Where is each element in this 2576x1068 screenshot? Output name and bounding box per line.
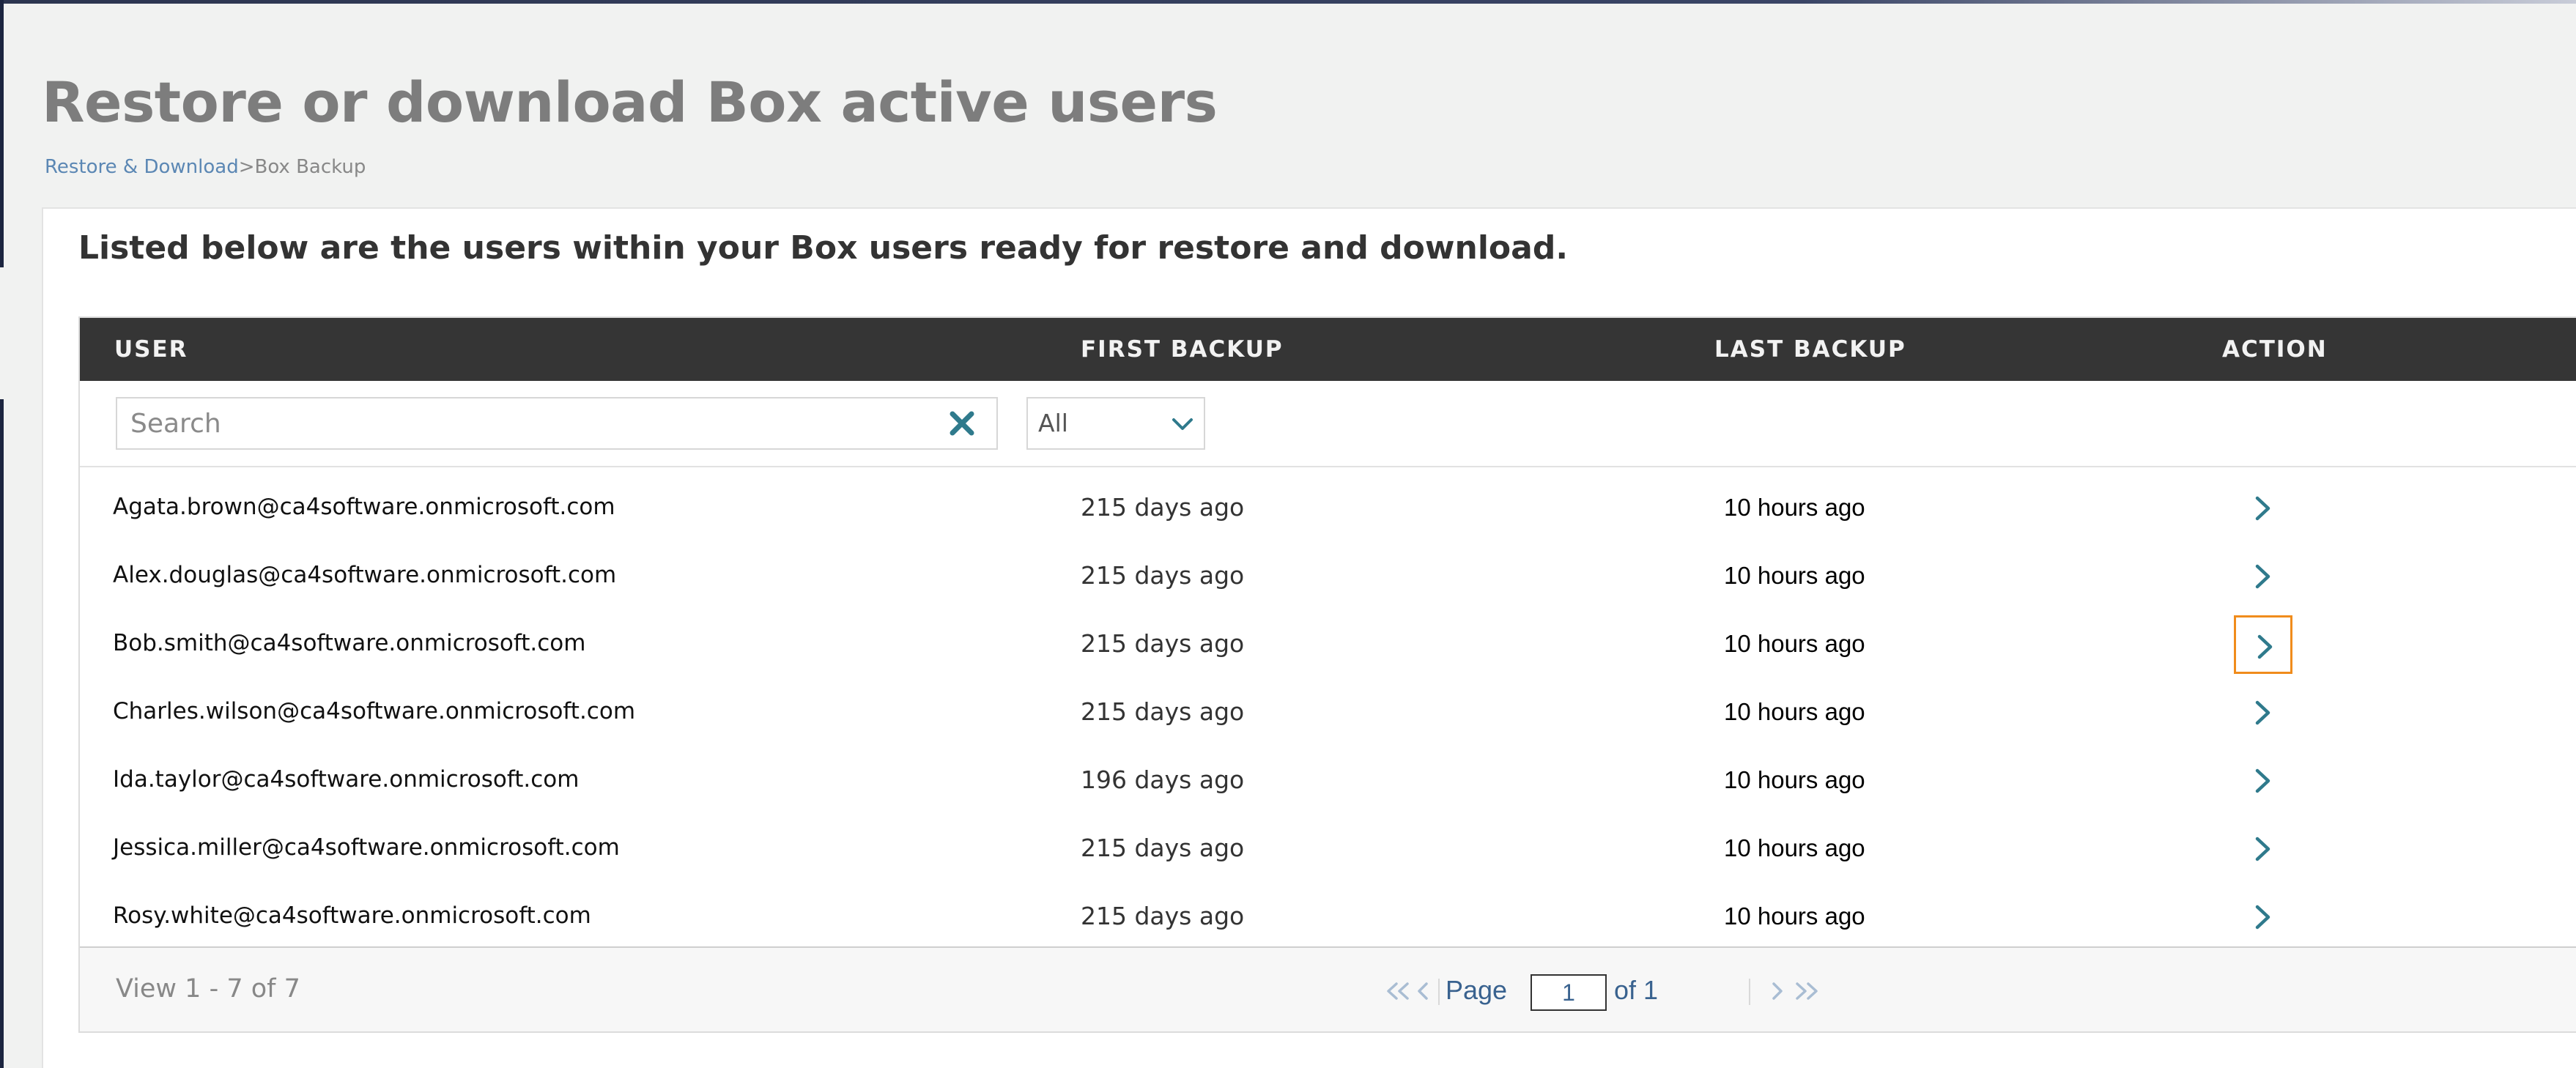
users-table: USER FIRST BACKUP LAST BACKUP ACTION All… [78, 316, 2576, 1033]
chevron-right-icon [2255, 768, 2270, 793]
first-backup-value: 196 days ago [1081, 765, 1245, 794]
close-x-icon[interactable] [949, 410, 975, 437]
double-chevron-right-icon[interactable] [1793, 982, 1821, 1001]
user-email: Ida.taylor@ca4software.onmicrosoft.com [113, 766, 580, 793]
row-action-button[interactable] [2234, 820, 2292, 878]
column-header-first-backup[interactable]: FIRST BACKUP [1081, 318, 1284, 381]
user-email: Alex.douglas@ca4software.onmicrosoft.com [113, 562, 617, 588]
column-header-last-backup[interactable]: LAST BACKUP [1714, 318, 1906, 381]
row-action-button[interactable] [2234, 547, 2292, 606]
page-label: Page [1446, 975, 1508, 1005]
first-backup-value: 215 days ago [1081, 493, 1245, 522]
last-backup-value: 10 hours ago [1724, 630, 1865, 657]
table-row: Charles.wilson@ca4software.onmicrosoft.c… [80, 678, 2576, 746]
filter-row: All [80, 381, 2576, 467]
last-backup-value: 10 hours ago [1724, 834, 1865, 861]
table-row: Bob.smith@ca4software.onmicrosoft.com 21… [80, 609, 2576, 678]
user-email: Jessica.miller@ca4software.onmicrosoft.c… [113, 834, 620, 861]
column-header-action: ACTION [2222, 336, 2328, 363]
first-backup-value: 215 days ago [1081, 629, 1245, 658]
chevron-right-icon [2255, 837, 2270, 861]
last-backup-value: 10 hours ago [1724, 562, 1865, 589]
first-backup-value: 215 days ago [1081, 834, 1245, 862]
table-row: Rosy.white@ca4software.onmicrosoft.com 2… [80, 882, 2576, 950]
chevron-left-icon[interactable] [1415, 982, 1431, 1001]
chevron-right-icon [2255, 905, 2270, 930]
pager: Page of 1 [1384, 968, 1824, 1012]
window-left-edge [0, 0, 4, 267]
row-action-button[interactable] [2234, 752, 2292, 810]
breadcrumb-link-restore-download[interactable]: Restore & Download [45, 156, 239, 178]
chevron-right-icon [2255, 564, 2270, 589]
chevron-right-icon[interactable] [1769, 982, 1785, 1001]
search-box [116, 397, 998, 450]
user-email: Agata.brown@ca4software.onmicrosoft.com [113, 494, 615, 520]
view-info: View 1 - 7 of 7 [116, 974, 300, 1004]
last-backup-value: 10 hours ago [1724, 766, 1865, 793]
pager-separator [1749, 979, 1750, 1005]
pager-bar: View 1 - 7 of 7 Page of 1 [80, 946, 2576, 1031]
window-left-edge-lower [0, 399, 4, 1068]
page-title: Restore or download Box active users [42, 70, 1218, 135]
table-row: Jessica.miller@ca4software.onmicrosoft.c… [80, 814, 2576, 882]
select-value: All [1038, 409, 1068, 437]
user-email: Rosy.white@ca4software.onmicrosoft.com [113, 902, 591, 929]
chevron-right-icon [2255, 700, 2270, 725]
row-action-button[interactable] [2234, 683, 2292, 742]
search-input[interactable] [130, 398, 922, 448]
user-email: Bob.smith@ca4software.onmicrosoft.com [113, 630, 586, 656]
breadcrumb-current: >Box Backup [238, 156, 366, 178]
window-top-edge [0, 0, 2576, 4]
intro-text: Listed below are the users within your B… [78, 229, 1569, 267]
page-count-label: of 1 [1614, 975, 1659, 1005]
user-email: Charles.wilson@ca4software.onmicrosoft.c… [113, 698, 636, 724]
chevron-right-icon [2255, 496, 2270, 521]
row-action-button[interactable] [2234, 479, 2292, 538]
row-action-button[interactable] [2234, 888, 2292, 946]
page-number-input[interactable] [1531, 974, 1607, 1011]
last-backup-value: 10 hours ago [1724, 902, 1865, 930]
table-row: Agata.brown@ca4software.onmicrosoft.com … [80, 473, 2576, 541]
table-row: Ida.taylor@ca4software.onmicrosoft.com 1… [80, 746, 2576, 814]
pager-separator [1438, 979, 1440, 1005]
chevron-down-icon [1172, 417, 1193, 431]
chevron-right-icon [2257, 634, 2273, 659]
column-header-user[interactable]: USER [114, 318, 188, 381]
first-backup-value: 215 days ago [1081, 697, 1245, 726]
last-backup-value: 10 hours ago [1724, 494, 1865, 521]
table-header: USER FIRST BACKUP LAST BACKUP ACTION [80, 318, 2576, 381]
first-backup-value: 215 days ago [1081, 902, 1245, 930]
last-backup-value: 10 hours ago [1724, 698, 1865, 725]
double-chevron-left-icon[interactable] [1384, 982, 1412, 1001]
first-backup-value: 215 days ago [1081, 561, 1245, 590]
user-filter-select[interactable]: All [1026, 397, 1205, 450]
row-action-button[interactable] [2234, 615, 2292, 674]
table-row: Alex.douglas@ca4software.onmicrosoft.com… [80, 541, 2576, 609]
breadcrumb: Restore & Download>Box Backup [45, 156, 366, 178]
